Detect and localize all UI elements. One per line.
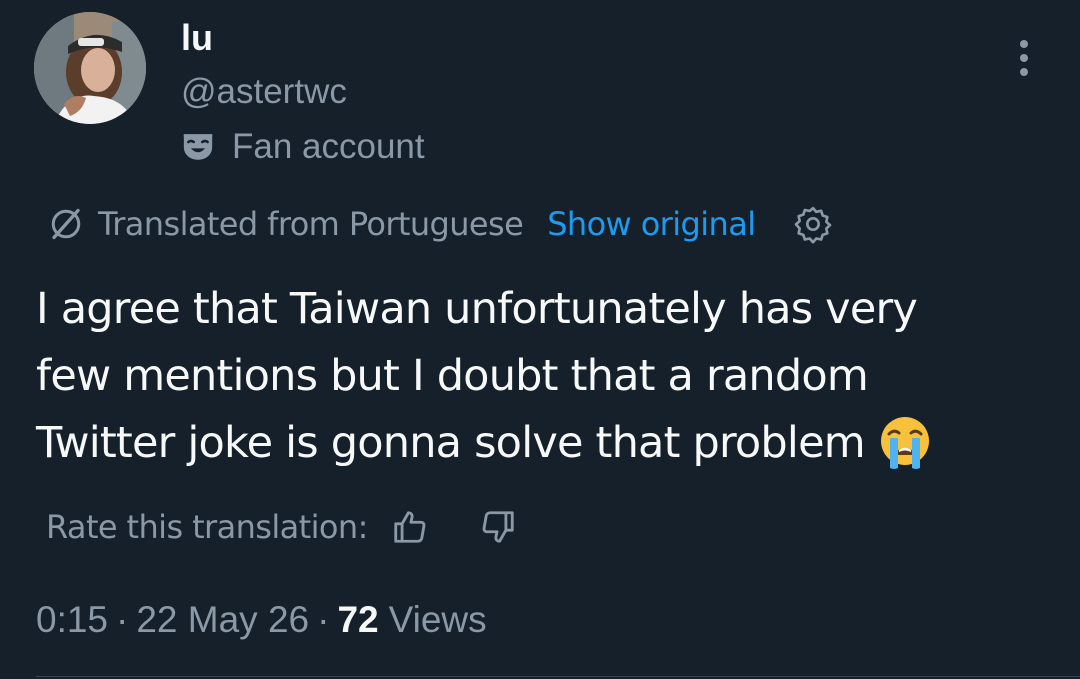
user-handle[interactable]: @astertwc: [181, 70, 347, 114]
gear-icon[interactable]: [792, 203, 834, 245]
account-label[interactable]: Fan account: [178, 124, 425, 170]
translation-notice: Translated from Portuguese Show original: [46, 200, 834, 248]
show-original-link[interactable]: Show original: [547, 205, 756, 243]
meta-separator: ·: [317, 599, 330, 640]
loudly-crying-face-icon: [877, 414, 933, 470]
meta-separator: ·: [116, 599, 129, 640]
tweet-meta: 0:15 · 22 May 26 · 72 Views: [36, 596, 487, 644]
rate-translation-label: Rate this translation:: [46, 508, 368, 546]
avatar-image: [34, 12, 146, 124]
tweet-time[interactable]: 0:15: [36, 599, 108, 641]
tweet-text: I agree that Taiwan unfortunately has ve…: [36, 276, 1056, 477]
tweet-date[interactable]: 22 May 26: [136, 599, 309, 641]
thumbs-up-icon[interactable]: [388, 505, 432, 549]
account-label-text: Fan account: [232, 127, 425, 166]
translate-icon: [46, 204, 86, 244]
views-count[interactable]: 72: [337, 599, 378, 641]
tweet-text-content: I agree that Taiwan unfortunately has ve…: [36, 284, 918, 468]
theater-mask-icon: [178, 127, 218, 167]
more-vertical-icon: [1020, 40, 1028, 76]
rate-translation: Rate this translation:: [46, 502, 520, 552]
avatar[interactable]: [34, 12, 146, 124]
tweet-detail: lu @astertwc Fan account Translated from…: [0, 0, 1080, 679]
display-name[interactable]: lu: [181, 16, 213, 60]
thumbs-down-icon[interactable]: [476, 505, 520, 549]
views-label: Views: [388, 599, 487, 640]
translated-from-text: Translated from Portuguese: [98, 205, 524, 243]
more-options-button[interactable]: [1006, 36, 1042, 80]
divider: [36, 676, 1080, 677]
